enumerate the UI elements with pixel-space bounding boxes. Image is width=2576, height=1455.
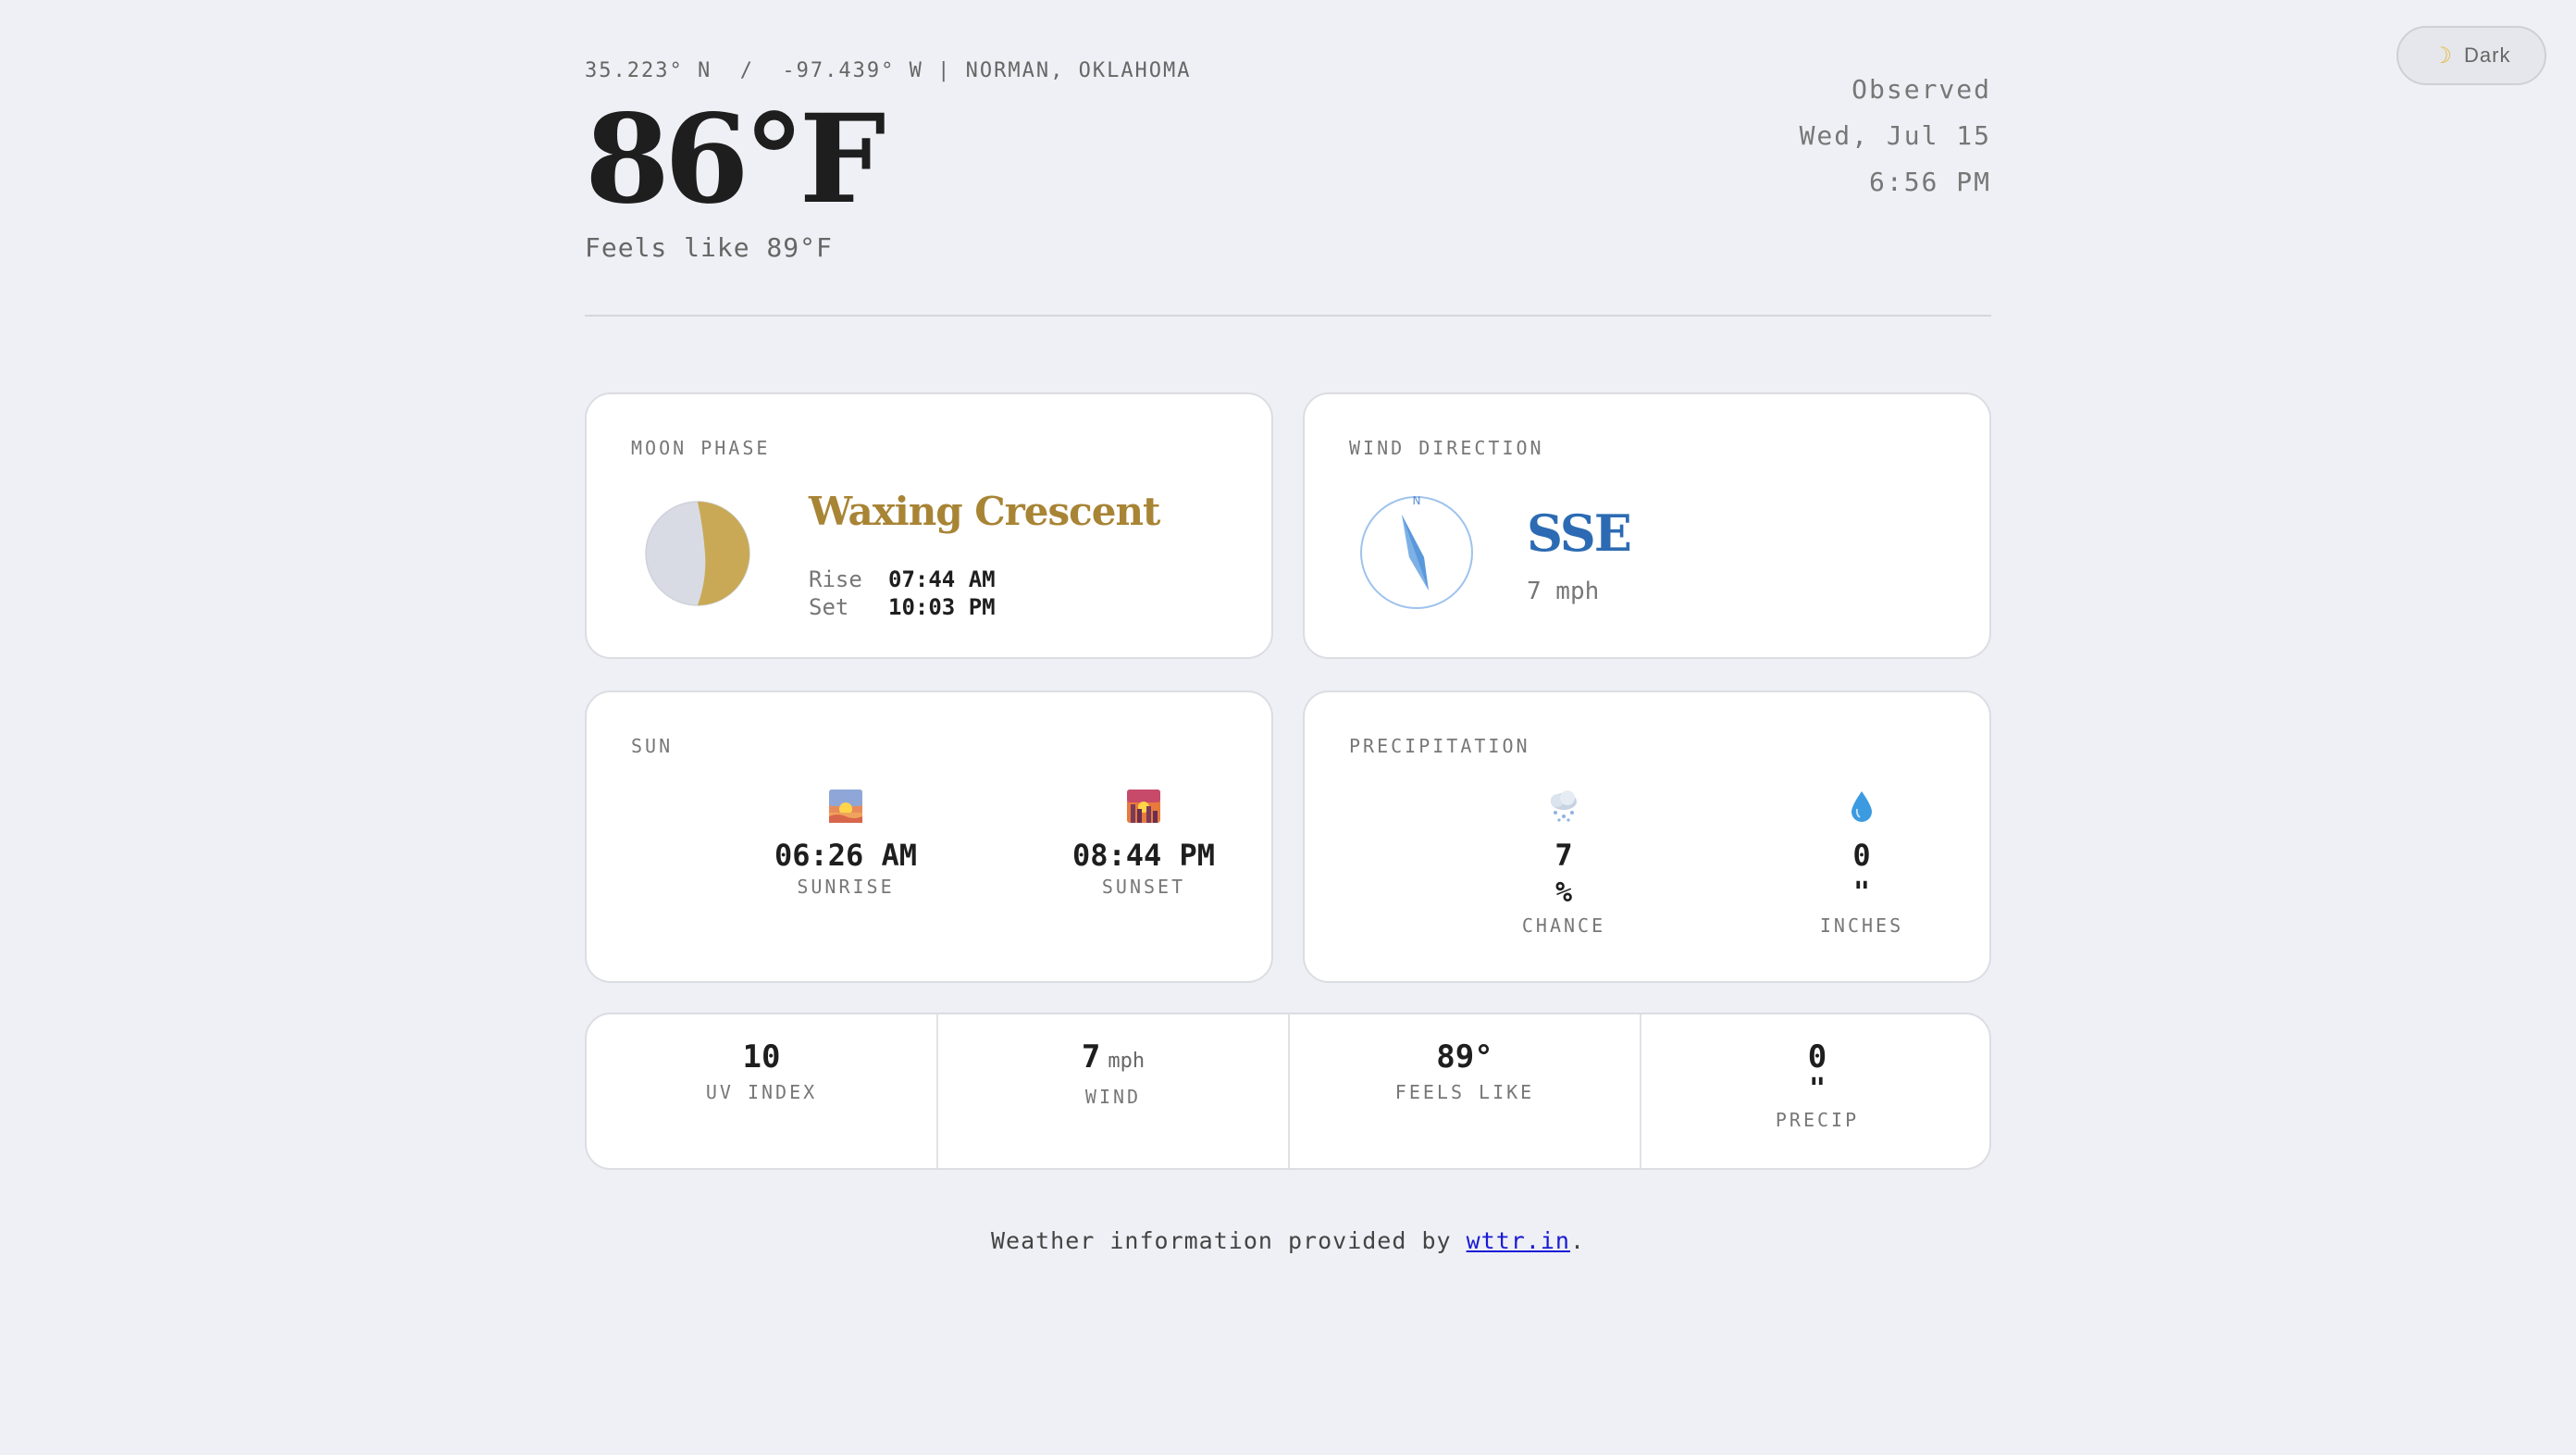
wind-stat-label: WIND <box>1084 1086 1142 1108</box>
attribution-footer: Weather information provided by wttr.in. <box>0 1227 2576 1254</box>
stat-uv-index: 10 UV INDEX <box>587 1014 938 1168</box>
weather-header: 35.223° N / -97.439° W | NORMAN, OKLAHOM… <box>585 59 1991 318</box>
precip-stat-value: 0 <box>1807 1038 1827 1076</box>
precip-chance-value: 7 <box>1554 838 1573 873</box>
precip-inches-block: 0 " INCHES <box>1741 789 1982 937</box>
precip-inches-value: 0 <box>1852 838 1871 873</box>
precip-chance-block: 7 % CHANCE <box>1443 789 1684 937</box>
precip-stat-label: PRECIP <box>1775 1109 1860 1131</box>
moon-phase-card: MOON PHASE Waxing Crescent Rise 07:44 AM… <box>585 392 1273 659</box>
sunset-block: 08:44 PM SUNSET <box>1023 789 1264 898</box>
moon-icon: ☽ <box>2432 43 2454 68</box>
moonrise-label: Rise <box>809 566 862 592</box>
moon-phase-icon <box>645 501 750 606</box>
header-divider <box>585 315 1991 317</box>
current-temperature: 86°F <box>585 88 886 231</box>
observed-block: Observed Wed, Jul 15 6:56 PM <box>1800 67 1991 205</box>
stat-wind: 7 mph WIND <box>938 1014 1290 1168</box>
sun-label: SUN <box>631 735 674 757</box>
stats-strip: 10 UV INDEX 7 mph WIND 89° FEELS LIKE 0 "… <box>585 1013 1991 1170</box>
wttr-link[interactable]: wttr.in <box>1467 1227 1570 1254</box>
sunset-time: 08:44 PM <box>1071 838 1216 873</box>
cloud-snow-icon <box>1551 790 1577 822</box>
wind-stat-value: 7 <box>1081 1038 1101 1076</box>
observed-date: Wed, Jul 15 <box>1799 120 1991 151</box>
sunrise-block: 06:26 AM SUNRISE <box>725 789 966 898</box>
uv-index-value: 10 <box>742 1038 781 1076</box>
droplet-icon <box>1852 791 1872 822</box>
uv-index-label: UV INDEX <box>705 1081 818 1103</box>
moon-phase-name: Waxing Crescent <box>809 489 1160 534</box>
wind-speed-value: 7 mph <box>1527 578 1600 605</box>
wind-stat-unit: mph <box>1108 1050 1146 1073</box>
sunrise-time: 06:26 AM <box>774 838 918 873</box>
precip-chance-unit: % <box>1554 877 1573 909</box>
stat-precip: 0 " PRECIP <box>1641 1014 1989 1168</box>
precip-stat-unit: " <box>1808 1073 1827 1105</box>
feels-like-stat-label: FEELS LIKE <box>1394 1081 1535 1103</box>
feels-like-stat-value: 89° <box>1436 1038 1493 1076</box>
sunrise-label: SUNRISE <box>797 876 895 898</box>
sun-card: SUN 06:26 AM SUNRISE 08:44 PM SUNSET <box>585 690 1273 983</box>
moonset-row: Set 10:03 PM <box>809 594 996 620</box>
theme-toggle-button[interactable]: ☽ Dark <box>2396 26 2546 85</box>
moonset-label: Set <box>809 594 849 620</box>
theme-toggle-label: Dark <box>2464 44 2511 67</box>
sunset-label: SUNSET <box>1101 876 1186 898</box>
moon-phase-label: MOON PHASE <box>631 437 771 459</box>
moonrise-time: 07:44 AM <box>888 566 996 592</box>
stat-feels-like: 89° FEELS LIKE <box>1290 1014 1641 1168</box>
location-coords: 35.223° N / -97.439° W | NORMAN, OKLAHOM… <box>585 59 1192 82</box>
wind-stat-row: 7 mph <box>938 1038 1288 1080</box>
moonset-time: 10:03 PM <box>888 594 996 620</box>
footer-period: . <box>1569 1227 1586 1254</box>
wind-direction-card: WIND DIRECTION N SSE 7 mph <box>1303 392 1991 659</box>
moonrise-row: Rise 07:44 AM <box>809 566 996 592</box>
footer-text: Weather information provided by <box>990 1227 1467 1254</box>
feels-like-text: Feels like 89°F <box>585 232 833 263</box>
observed-time: 6:56 PM <box>1868 167 1991 197</box>
precip-chance-label: CHANCE <box>1521 914 1606 937</box>
precip-inches-label: INCHES <box>1819 914 1904 937</box>
precipitation-card: PRECIPITATION 7 % CHANCE 0 " INCHES <box>1303 690 1991 983</box>
precip-inches-unit: " <box>1852 877 1871 909</box>
wind-direction-label: WIND DIRECTION <box>1349 437 1544 459</box>
compass-north-label: N <box>1413 494 1421 507</box>
observed-label: Observed <box>1852 74 1991 105</box>
wind-direction-value: SSE <box>1527 504 1632 563</box>
sunset-icon <box>1127 790 1160 823</box>
precipitation-label: PRECIPITATION <box>1349 735 1530 757</box>
sunrise-icon <box>829 790 862 823</box>
compass-icon: N <box>1360 494 1473 609</box>
